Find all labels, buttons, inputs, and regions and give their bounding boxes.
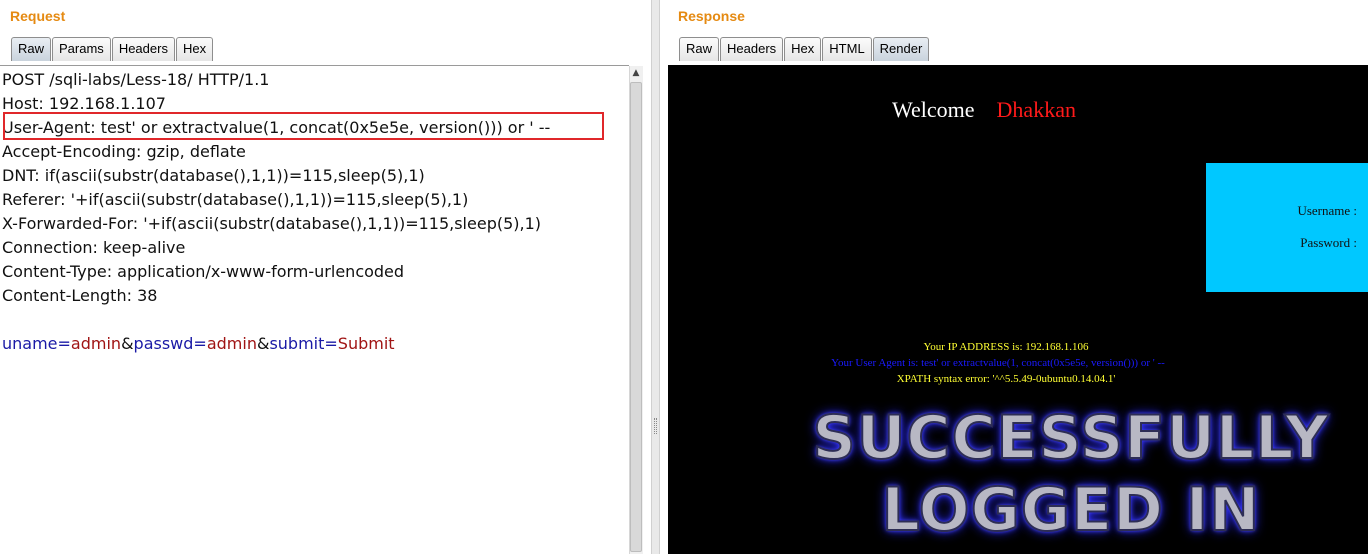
login-form-box: Username : Password : bbox=[1206, 163, 1368, 292]
user-agent-highlight-box bbox=[3, 112, 604, 140]
param-equals: = bbox=[57, 334, 71, 353]
request-line: Referer: '+if(ascii(substr(database(),1,… bbox=[2, 190, 469, 209]
request-line: X-Forwarded-For: '+if(ascii(substr(datab… bbox=[2, 214, 542, 233]
welcome-text: Welcome bbox=[892, 97, 975, 122]
param-value: Submit bbox=[337, 334, 395, 353]
response-tab-html[interactable]: HTML bbox=[822, 37, 872, 61]
param-separator: & bbox=[121, 334, 134, 353]
response-tab-raw[interactable]: Raw bbox=[679, 37, 720, 61]
param-equals: = bbox=[324, 334, 338, 353]
response-tab-headers[interactable]: Headers bbox=[720, 37, 784, 61]
username-label: Username : bbox=[1297, 203, 1357, 218]
request-line: Accept-Encoding: gzip, deflate bbox=[2, 142, 246, 161]
pane-splitter[interactable] bbox=[651, 0, 660, 554]
param-name: uname bbox=[2, 334, 58, 353]
xpath-error-line: XPATH syntax error: '^^5.5.49-0ubuntu0.1… bbox=[896, 373, 1116, 385]
request-line: Connection: keep-alive bbox=[2, 238, 186, 257]
param-name: passwd bbox=[133, 334, 194, 353]
param-equals: = bbox=[193, 334, 207, 353]
request-line: Content-Length: 38 bbox=[2, 286, 158, 305]
param-name: submit bbox=[269, 334, 325, 353]
splitter-grip-icon[interactable] bbox=[654, 418, 657, 434]
user-agent-line: Your User Agent is: test' or extractvalu… bbox=[831, 357, 1165, 369]
request-tab-hex[interactable]: Hex bbox=[175, 37, 214, 61]
request-line: POST /sqli-labs/Less-18/ HTTP/1.1 bbox=[2, 70, 270, 89]
ip-address-line: Your IP ADDRESS is: 192.168.1.106 bbox=[923, 341, 1089, 353]
response-tabs: Raw Headers Hex HTML Render bbox=[679, 37, 930, 61]
welcome-heading: Welcome Dhakkan bbox=[668, 97, 1334, 123]
success-banner-line1: SUCCESSFULLY bbox=[812, 402, 1330, 474]
request-tab-params[interactable]: Params bbox=[52, 37, 111, 61]
request-line: Content-Type: application/x-www-form-url… bbox=[2, 262, 405, 281]
scroll-up-arrow-icon[interactable]: ▲ bbox=[629, 66, 643, 80]
request-tabs: Raw Params Headers Hex bbox=[11, 37, 214, 61]
welcome-name: Dhakkan bbox=[996, 97, 1076, 122]
param-separator: & bbox=[256, 334, 270, 353]
password-label: Password : bbox=[1300, 235, 1357, 250]
request-body: uname=admin&passwd=admin&submit=Submit bbox=[2, 332, 395, 356]
param-value: admin bbox=[70, 334, 122, 353]
request-tab-raw[interactable]: Raw bbox=[11, 37, 52, 61]
request-line: DNT: if(ascii(substr(database(),1,1))=11… bbox=[2, 166, 425, 185]
response-title: Response bbox=[678, 8, 745, 24]
request-scroll-thumb[interactable] bbox=[630, 82, 642, 552]
request-title: Request bbox=[10, 8, 66, 24]
response-tab-render[interactable]: Render bbox=[872, 37, 930, 61]
param-value: admin bbox=[206, 334, 257, 353]
success-banner-line2: LOGGED IN bbox=[881, 474, 1261, 546]
request-tab-headers[interactable]: Headers bbox=[111, 37, 175, 61]
response-render-view: Welcome Dhakkan Username : Password : You… bbox=[668, 65, 1368, 554]
response-tab-hex[interactable]: Hex bbox=[784, 37, 822, 61]
